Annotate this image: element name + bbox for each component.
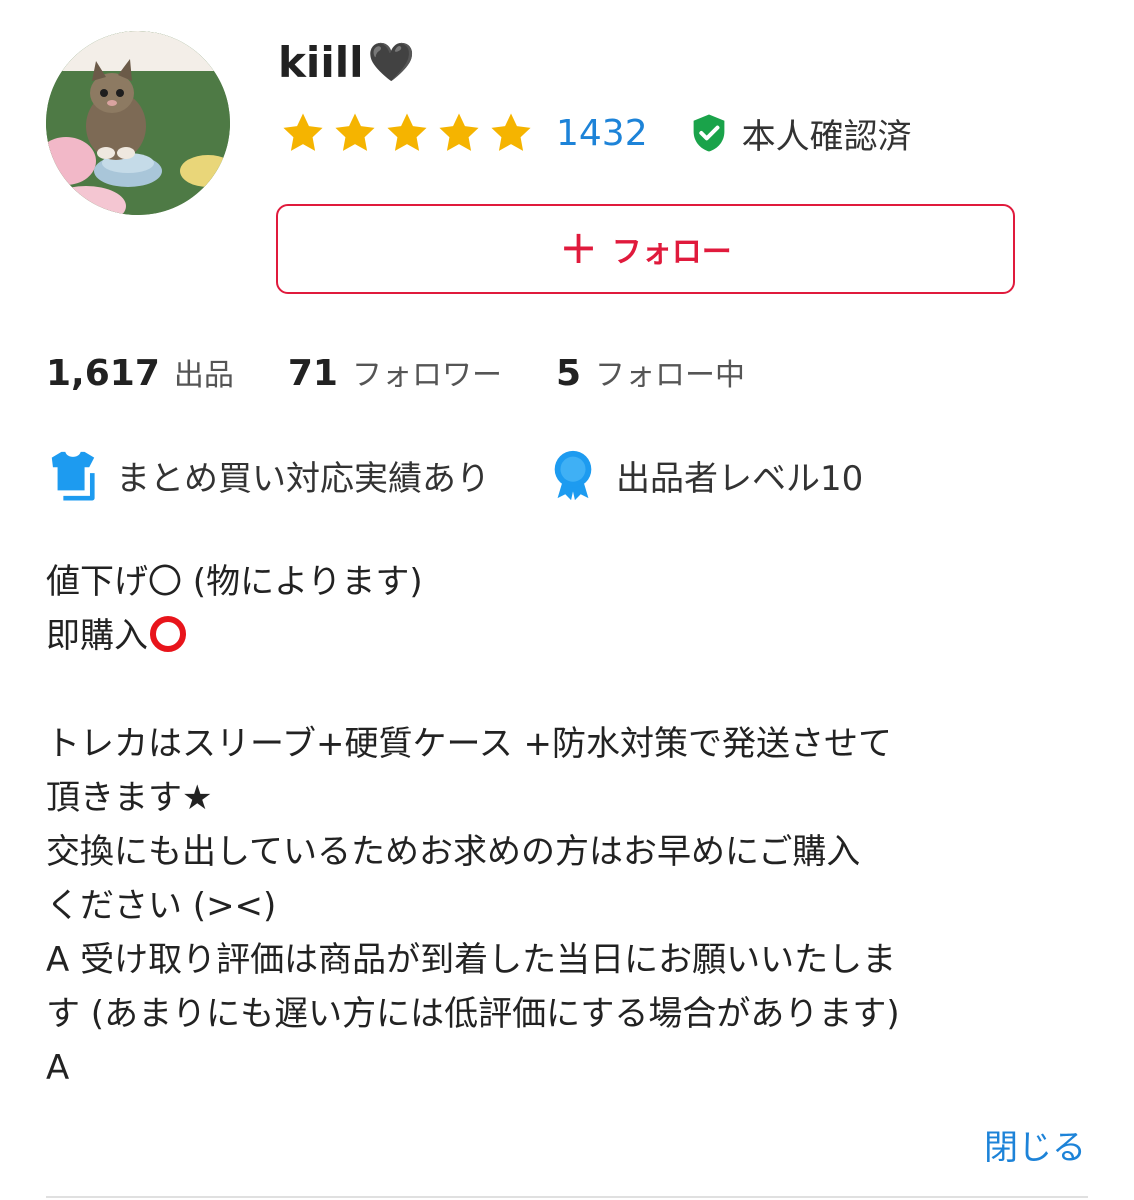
- star-icon: [283, 113, 323, 151]
- shield-check-icon: [693, 114, 725, 152]
- black-heart-icon: 🖤: [367, 40, 415, 84]
- stat-value: 1,617: [46, 353, 160, 394]
- red-circle-icon: [150, 616, 186, 652]
- shirt-stack-icon: [51, 451, 95, 501]
- star-icon: [335, 113, 375, 151]
- bio-line: ください (><): [46, 886, 277, 926]
- verified-label: 本人確認済: [741, 116, 912, 157]
- stat-listings[interactable]: 1,617 出品: [46, 350, 234, 394]
- close-button[interactable]: 閉じる: [984, 1120, 1086, 1169]
- badge-label: まとめ買い対応実績あり: [116, 458, 490, 499]
- stat-label: フォロー中: [595, 358, 746, 393]
- medal-icon: [554, 450, 592, 501]
- verified-badge: 本人確認済: [690, 109, 912, 158]
- bio-line: A: [46, 1048, 70, 1088]
- kitten-photo: [46, 31, 230, 215]
- profile-bio: 値下げ〇 (物によります) 即購入 トレカはスリーブ+硬質ケース +防水対策で発…: [46, 555, 1076, 1095]
- bio-line: す (あまりにも遅い方には低評価にする場合があります): [46, 994, 900, 1034]
- rating-count-link[interactable]: 1432: [556, 113, 648, 154]
- stat-label: 出品: [173, 358, 234, 393]
- badge-label: 出品者レベル10: [616, 458, 864, 499]
- follow-button[interactable]: + フォロー: [276, 204, 1015, 294]
- username: kiill 🖤: [278, 38, 415, 87]
- star-icon: [491, 113, 531, 151]
- bio-line: A 受け取り評価は商品が到着した当日にお願いいたしま: [46, 940, 897, 980]
- divider: [46, 1196, 1088, 1198]
- seller-level-badge: 出品者レベル10: [546, 448, 863, 502]
- bio-line: 交換にも出しているためお求めの方はお早めにご購入: [46, 832, 861, 872]
- plus-icon: +: [559, 220, 598, 274]
- username-text: kiill: [278, 38, 364, 87]
- stat-value: 5: [555, 353, 582, 394]
- bundle-badge: まとめ買い対応実績あり: [46, 448, 490, 502]
- avatar[interactable]: [46, 31, 230, 215]
- bio-line: トレカはスリーブ+硬質ケース +防水対策で発送させて: [46, 724, 893, 764]
- bio-line: 即購入: [46, 609, 1076, 663]
- star-icon: [439, 113, 479, 151]
- bio-line: 頂きます★: [46, 778, 213, 818]
- seller-badges: まとめ買い対応実績あり 出品者レベル10: [46, 448, 919, 502]
- bio-line: 値下げ〇 (物によります): [46, 562, 423, 602]
- rating-stars: [280, 110, 534, 156]
- bio-spacer: [46, 663, 1076, 717]
- stat-following[interactable]: 5 フォロー中: [556, 350, 745, 394]
- star-icon: [387, 113, 427, 151]
- rating-row: 1432 本人確認済: [280, 109, 912, 158]
- bio-text: 即購入: [46, 616, 148, 656]
- follow-label: フォロー: [611, 235, 732, 270]
- profile-stats: 1,617 出品 71 フォロワー 5 フォロー中: [46, 350, 799, 396]
- stat-followers[interactable]: 71 フォロワー: [288, 350, 502, 394]
- stat-value: 71: [287, 353, 338, 394]
- stat-label: フォロワー: [351, 358, 502, 393]
